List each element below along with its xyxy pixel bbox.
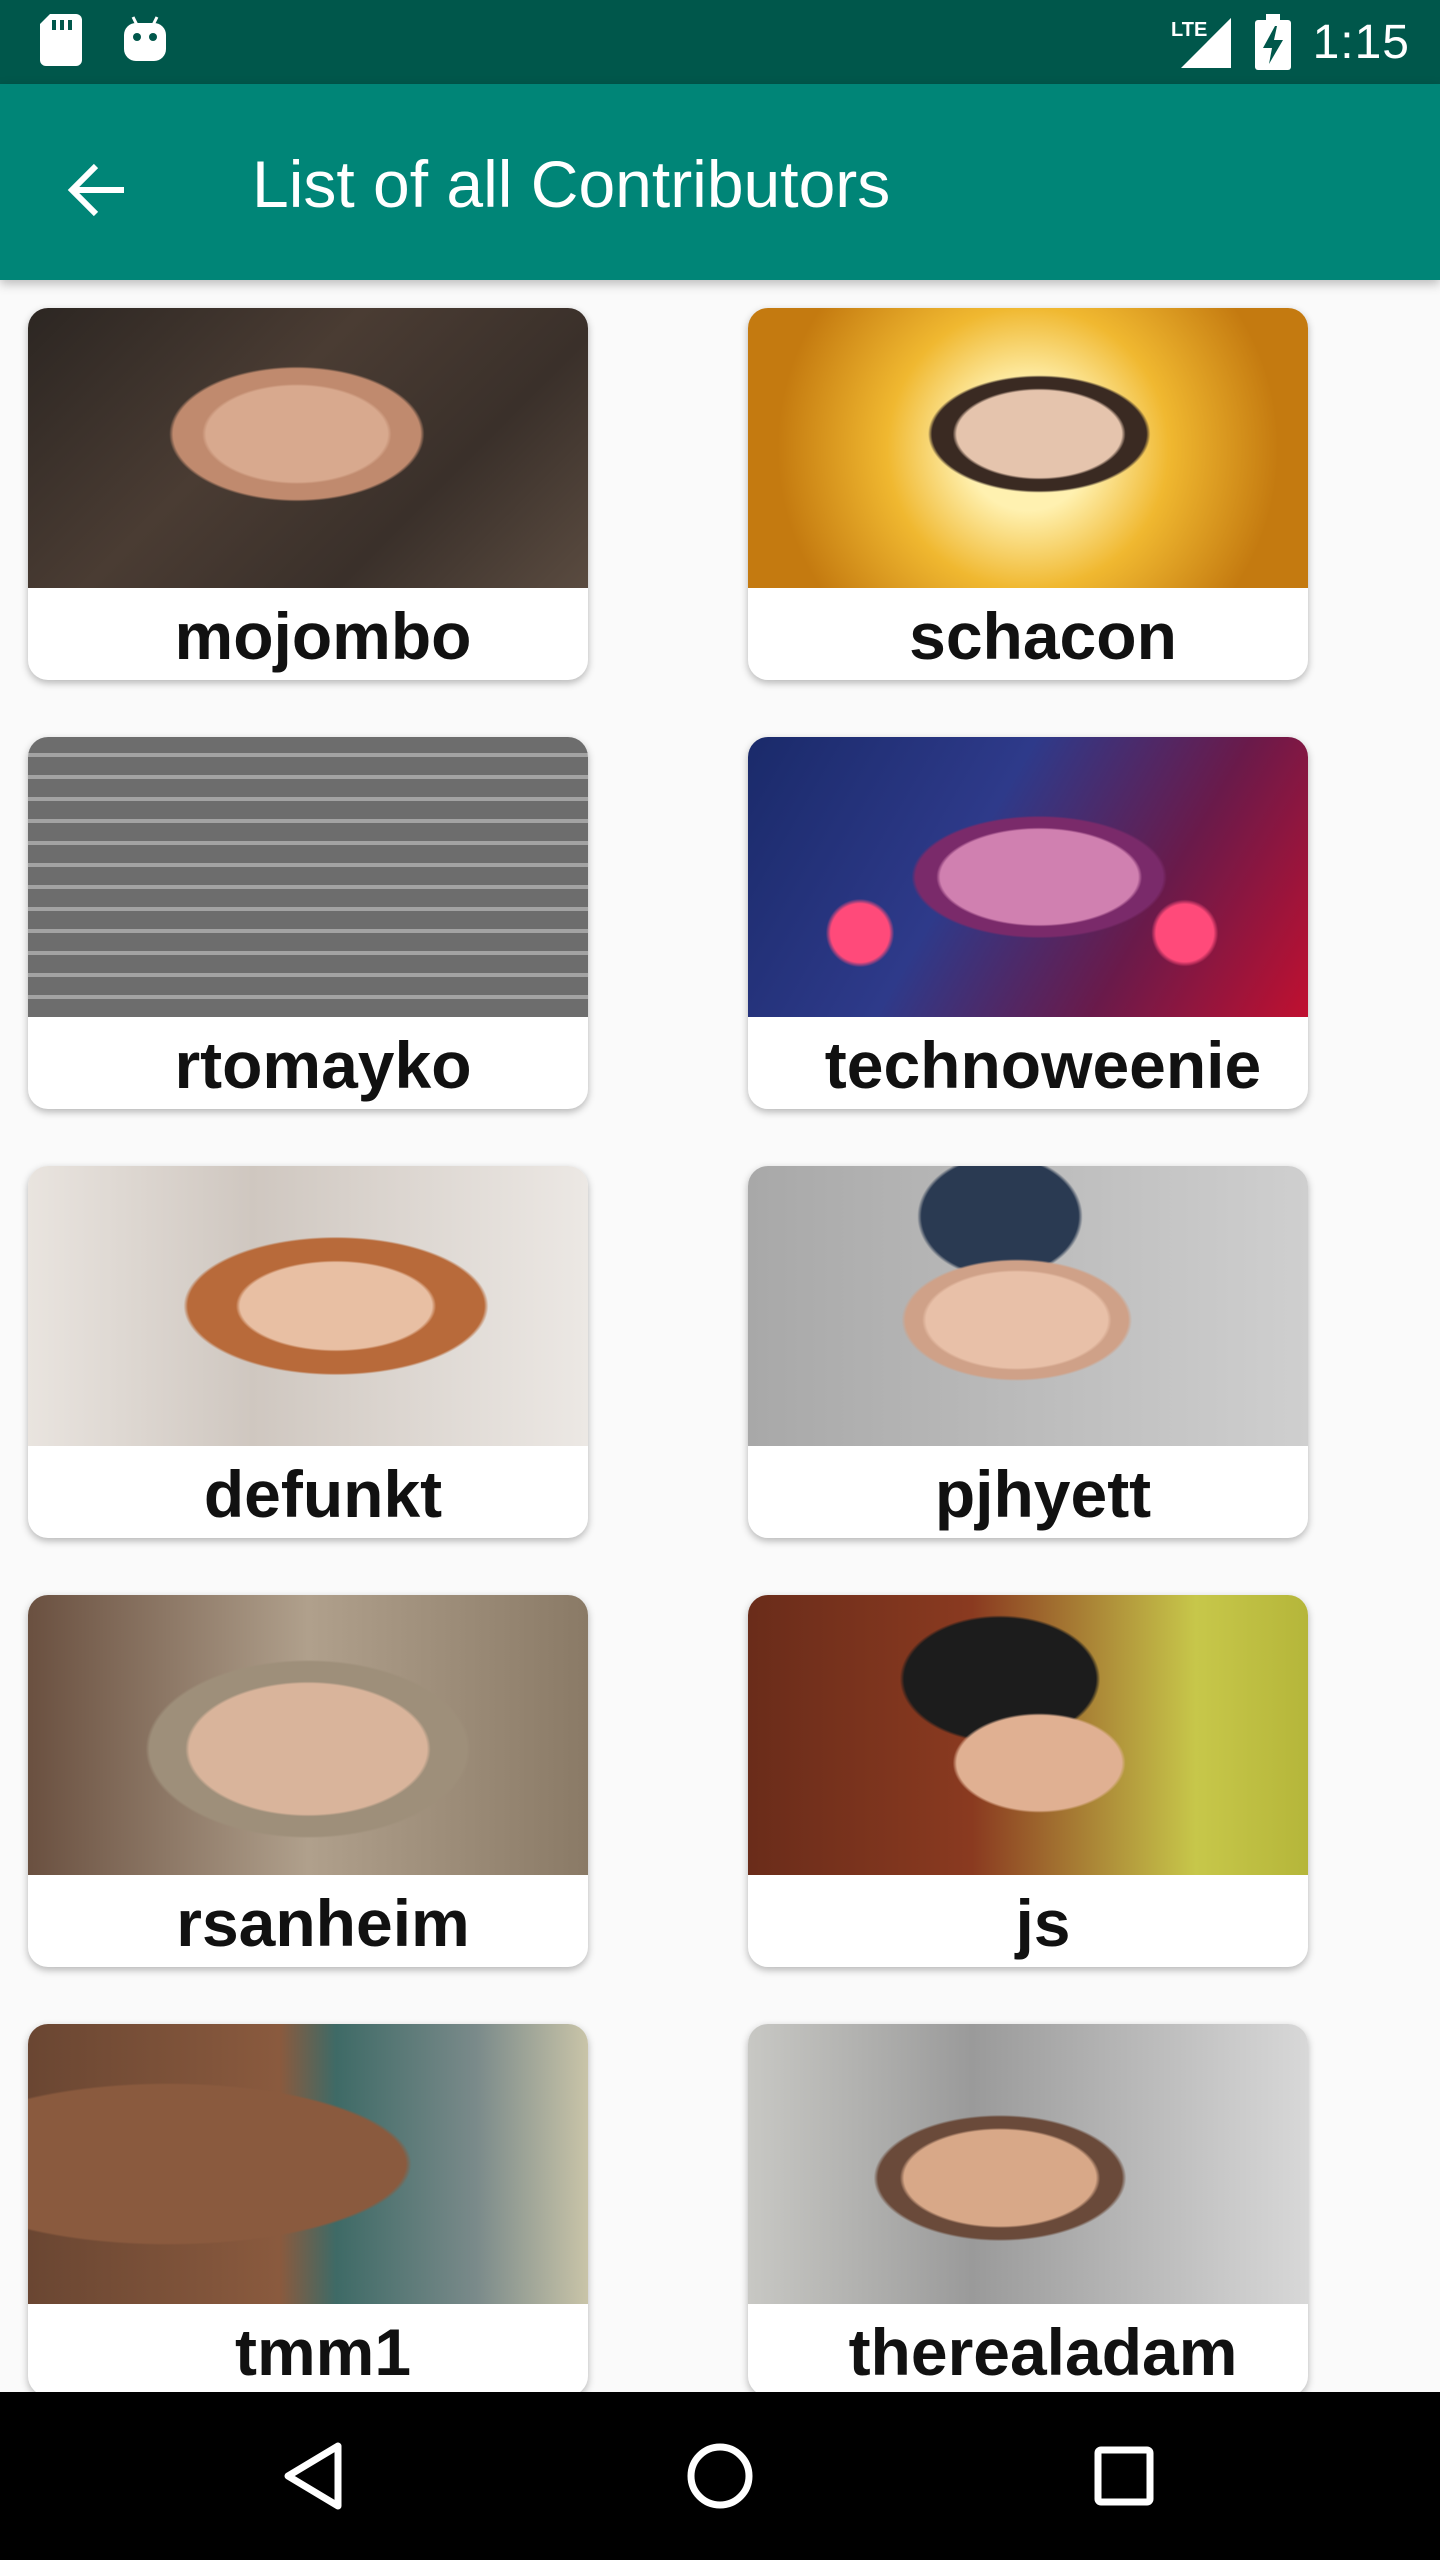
lte-signal-icon: LTE — [1171, 14, 1233, 70]
avatar — [28, 308, 588, 588]
android-icon — [122, 15, 168, 65]
nav-home-icon — [687, 2443, 753, 2509]
contributor-card[interactable]: technoweenie — [748, 737, 1308, 1109]
contributor-name: rsanheim — [176, 1886, 470, 1960]
avatar — [28, 1595, 588, 1875]
nav-recents-icon — [1094, 2446, 1154, 2506]
avatar — [28, 737, 588, 1017]
nav-back-icon — [284, 2442, 342, 2510]
battery-charging-icon — [1254, 14, 1291, 70]
contributor-name: rtomayko — [174, 1028, 472, 1102]
nav-back-button[interactable] — [264, 2426, 364, 2526]
contributor-name: pjhyett — [934, 1457, 1152, 1531]
avatar — [748, 737, 1308, 1017]
contributor-name: js — [1015, 1886, 1071, 1960]
navigation-bar — [0, 2392, 1440, 2560]
contributor-card[interactable]: mojombo — [28, 308, 588, 680]
sd-card-icon — [40, 14, 82, 66]
contributor-card[interactable]: tmm1 — [28, 2024, 588, 2392]
contributor-card[interactable]: schacon — [748, 308, 1308, 680]
arrow-back-icon — [67, 163, 124, 217]
contributor-card[interactable]: rsanheim — [28, 1595, 588, 1967]
contributors-grid[interactable]: mojombo schacon rtomayko technoweenie de… — [0, 280, 1440, 2392]
svg-text:LTE: LTE — [1171, 19, 1207, 41]
contributor-name: therealadam — [848, 2315, 1238, 2389]
status-bar: LTE 1:15 — [0, 0, 1440, 84]
avatar — [748, 2024, 1308, 2304]
nav-home-button[interactable] — [670, 2426, 770, 2526]
contributor-name: mojombo — [174, 599, 472, 673]
contributor-card[interactable]: therealadam — [748, 2024, 1308, 2392]
contributor-name: tmm1 — [234, 2315, 412, 2389]
contributor-name: schacon — [909, 599, 1177, 673]
avatar — [28, 2024, 588, 2304]
contributor-name: technoweenie — [824, 1028, 1262, 1102]
clock: 1:15 — [1312, 15, 1410, 69]
page-title: List of all Contributors — [252, 147, 891, 221]
contributor-card[interactable]: pjhyett — [748, 1166, 1308, 1538]
back-button[interactable] — [50, 142, 146, 238]
contributor-card[interactable]: rtomayko — [28, 737, 588, 1109]
avatar — [748, 1595, 1308, 1875]
contributor-name: defunkt — [203, 1457, 443, 1531]
avatar — [748, 308, 1308, 588]
app-bar: List of all Contributors — [0, 84, 1440, 280]
contributor-card[interactable]: js — [748, 1595, 1308, 1967]
status-right-icons: LTE 1:15 — [1171, 10, 1410, 74]
status-left-icons — [40, 14, 168, 66]
avatar — [748, 1166, 1308, 1446]
contributor-card[interactable]: defunkt — [28, 1166, 588, 1538]
avatar — [28, 1166, 588, 1446]
nav-recents-button[interactable] — [1074, 2426, 1174, 2526]
